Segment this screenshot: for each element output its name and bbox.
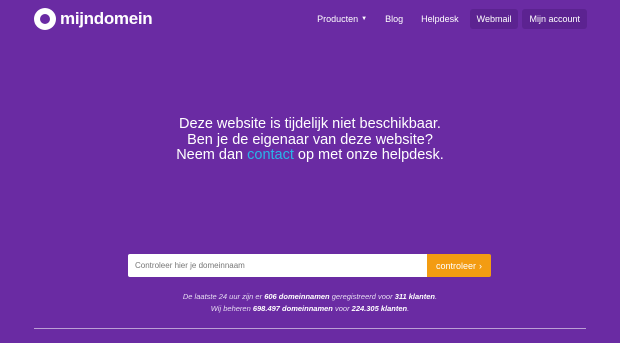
stats-text: .: [435, 292, 438, 301]
logo-ring-icon: [34, 8, 56, 30]
nav-item-producten[interactable]: Producten ▼: [310, 9, 374, 29]
stats-text: .: [407, 304, 410, 313]
nav-item-webmail[interactable]: Webmail: [469, 9, 519, 29]
unavailable-message: Deze website is tijdelijk niet beschikba…: [0, 116, 620, 164]
domain-search: controleer ›: [128, 254, 491, 277]
stats-text: Wij beheren: [210, 304, 253, 313]
stats-domains-count: 606 domeinnamen: [264, 292, 330, 301]
message-line-3: Neem dan contact op met onze helpdesk.: [0, 147, 620, 164]
nav-item-helpdesk[interactable]: Helpdesk: [414, 9, 466, 29]
nav-item-label: Producten: [317, 14, 359, 24]
footer-divider: [34, 328, 586, 329]
nav-item-blog[interactable]: Blog: [378, 9, 410, 29]
stats-text: geregistreerd voor: [329, 292, 395, 301]
stats-line-total: Wij beheren 698.497 domeinnamen voor 224…: [0, 303, 620, 315]
stats-domains-count: 698.497 domeinnamen: [252, 304, 333, 313]
brand-name: mijndomein: [60, 9, 153, 28]
stats-text: De laatste 24 uur zijn er: [182, 292, 265, 301]
contact-link[interactable]: contact: [247, 147, 294, 163]
message-line-3-suffix: op met onze helpdesk.: [293, 147, 444, 163]
brand-logo[interactable]: mijndomein: [34, 8, 153, 30]
top-navigation: Producten ▼ Blog Helpdesk Webmail Mijn a…: [310, 9, 587, 29]
stats-text: voor: [332, 304, 352, 313]
domain-search-input[interactable]: [128, 254, 427, 277]
caret-down-icon: ▼: [361, 16, 368, 22]
nav-item-mijn-account[interactable]: Mijn account: [522, 9, 587, 29]
stats-line-recent: De laatste 24 uur zijn er 606 domeinname…: [0, 291, 620, 303]
message-line-1: Deze website is tijdelijk niet beschikba…: [179, 116, 441, 132]
check-domain-button-label: controleer: [435, 260, 477, 271]
check-domain-button[interactable]: controleer ›: [427, 254, 491, 277]
registration-stats: De laatste 24 uur zijn er 606 domeinname…: [0, 291, 620, 315]
stats-customers-count: 311 klanten: [394, 292, 435, 301]
message-line-2: Ben je de eigenaar van deze website?: [187, 131, 433, 148]
message-line-3-prefix: Neem dan: [176, 147, 248, 163]
stats-customers-count: 224.305 klanten: [351, 304, 408, 313]
chevron-right-icon: ›: [479, 260, 483, 271]
